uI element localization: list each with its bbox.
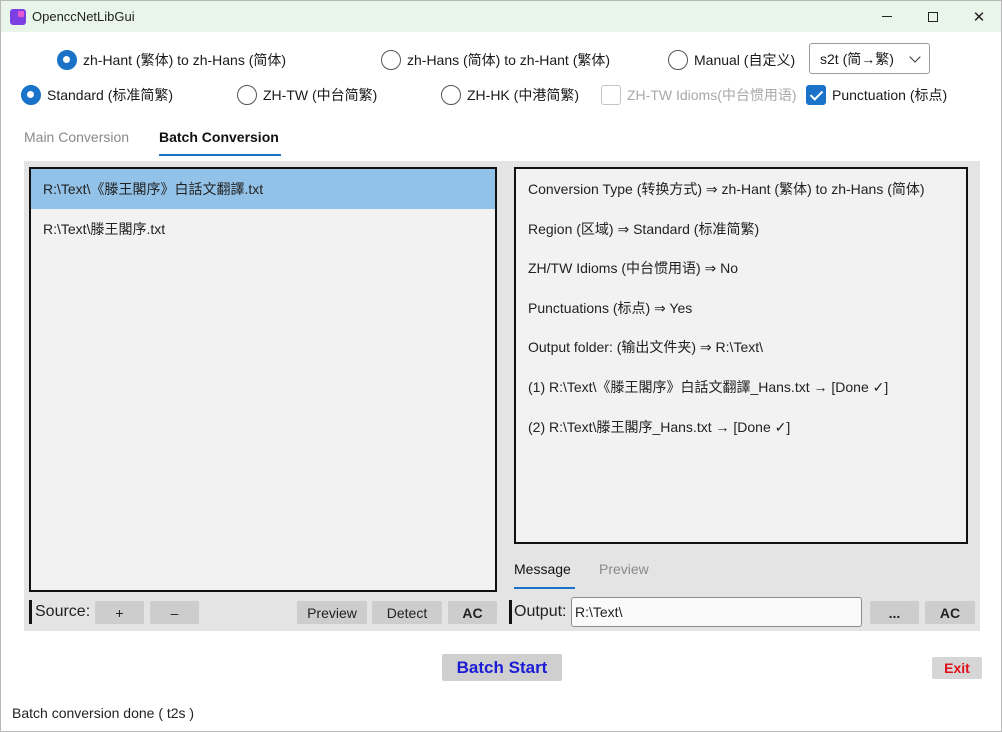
radio-indicator (237, 85, 257, 105)
radio-region-zhtw[interactable]: ZH-TW (中台简繁) (237, 84, 377, 106)
checkbox-punctuation[interactable]: Punctuation (标点) (806, 84, 947, 106)
source-bar-marker (29, 600, 32, 624)
clear-output-button[interactable]: AC (925, 601, 975, 624)
add-file-button[interactable]: + (95, 601, 144, 624)
minimize-icon (882, 16, 892, 17)
radio-label: ZH-TW (中台简繁) (263, 87, 378, 103)
radio-indicator (57, 50, 77, 70)
message-line: Conversion Type (转换方式) ⇒ zh-Hant (繁体) to… (528, 181, 925, 197)
radio-hant-to-hans[interactable]: zh-Hant (繁体) to zh-Hans (简体) (57, 49, 286, 71)
manual-config-select[interactable]: s2t (简→繁) (809, 43, 930, 74)
tab-main-conversion[interactable]: Main Conversion (24, 129, 129, 145)
output-label: Output: (514, 603, 567, 620)
maximize-button[interactable] (910, 1, 956, 32)
status-bar-text: Batch conversion done ( t2s ) (12, 705, 195, 721)
close-icon: ✕ (972, 8, 986, 26)
checkbox-indicator (601, 85, 621, 105)
detect-button[interactable]: Detect (372, 601, 442, 624)
message-line: ZH/TW Idioms (中台惯用语) ⇒ No (528, 260, 739, 277)
tab-message[interactable]: Message (514, 561, 571, 577)
preview-button[interactable]: Preview (297, 601, 367, 624)
radio-label: Standard (标准简繁) (47, 87, 174, 103)
batch-message-box[interactable]: Conversion Type (转换方式) ⇒ zh-Hant (繁体) to… (514, 167, 968, 544)
window-title: OpenccNetLibGui (32, 9, 135, 24)
radio-hans-to-hant[interactable]: zh-Hans (简体) to zh-Hant (繁体) (381, 49, 610, 71)
checkbox-indicator (806, 85, 826, 105)
source-label: Source: (35, 603, 91, 620)
app-window: OpenccNetLibGui ✕ zh-Hant (繁体) to zh-Han… (0, 0, 1002, 732)
checkbox-label: ZH-TW Idioms(中台惯用语) (627, 87, 797, 103)
output-bar-marker (509, 600, 512, 624)
list-item[interactable]: R:\Text\滕王閣序.txt (31, 209, 495, 249)
checkbox-label: Punctuation (标点) (832, 87, 948, 103)
message-line: (1) R:\Text\《滕王閣序》白話文翻譯_Hans.txt → [Done… (528, 378, 889, 395)
browse-output-button[interactable]: ... (870, 601, 919, 624)
clear-source-button[interactable]: AC (448, 601, 497, 624)
message-line: Output folder: (输出文件夹) ⇒ R:\Text\ (528, 339, 764, 356)
radio-region-standard[interactable]: Standard (标准简繁) (21, 84, 173, 106)
radio-indicator (668, 50, 688, 70)
radio-indicator (21, 85, 41, 105)
message-line: (2) R:\Text\滕王閣序_Hans.txt → [Done ✓] (528, 418, 791, 435)
remove-file-button[interactable]: – (150, 601, 199, 624)
radio-region-zhhk[interactable]: ZH-HK (中港简繁) (441, 84, 579, 106)
tab-batch-conversion[interactable]: Batch Conversion (159, 129, 279, 145)
maximize-icon (928, 11, 938, 22)
exit-button[interactable]: Exit (932, 657, 982, 679)
message-line: Region (区域) ⇒ Standard (标准简繁) (528, 220, 760, 237)
tab-active-indicator (159, 154, 281, 156)
tab-preview[interactable]: Preview (599, 561, 649, 577)
select-value: s2t (简→繁) (820, 50, 894, 67)
batch-start-button[interactable]: Batch Start (442, 654, 562, 681)
radio-label: ZH-HK (中港简繁) (467, 87, 579, 103)
minimize-button[interactable] (864, 1, 910, 32)
radio-label: zh-Hans (简体) to zh-Hant (繁体) (407, 52, 611, 68)
output-folder-input[interactable]: R:\Text\ (571, 597, 862, 627)
checkbox-zhtw-idioms[interactable]: ZH-TW Idioms(中台惯用语) (601, 84, 797, 106)
close-button[interactable]: ✕ (956, 1, 1002, 32)
chevron-down-icon (909, 51, 921, 63)
radio-label: zh-Hant (繁体) to zh-Hans (简体) (83, 52, 287, 68)
radio-label: Manual (自定义) (694, 52, 796, 68)
source-file-list[interactable]: R:\Text\《滕王閣序》白話文翻譯.txt R:\Text\滕王閣序.txt (29, 167, 497, 592)
radio-manual[interactable]: Manual (自定义) (668, 49, 795, 71)
title-bar[interactable]: OpenccNetLibGui ✕ (1, 1, 1001, 32)
list-item[interactable]: R:\Text\《滕王閣序》白話文翻譯.txt (31, 169, 495, 209)
radio-indicator (441, 85, 461, 105)
message-tab-indicator (514, 587, 575, 589)
radio-indicator (381, 50, 401, 70)
app-icon (10, 9, 26, 25)
message-line: Punctuations (标点) ⇒ Yes (528, 299, 693, 316)
